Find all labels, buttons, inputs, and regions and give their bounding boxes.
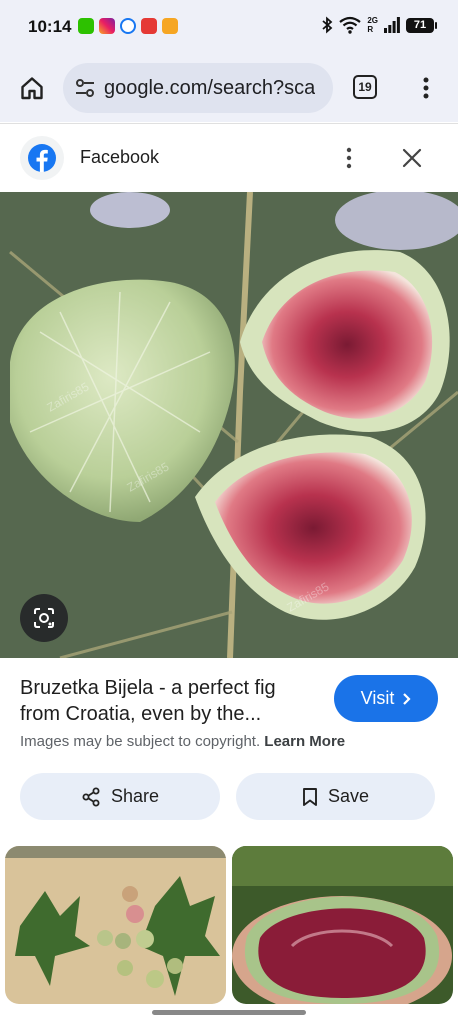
- google-lens-button[interactable]: [20, 594, 68, 642]
- save-label: Save: [327, 786, 370, 806]
- save-button[interactable]: Save: [236, 773, 435, 820]
- more-vert-icon: [346, 147, 352, 169]
- lens-icon: [34, 608, 54, 628]
- network-labels: 2G R: [367, 16, 378, 34]
- share-label: Share: [110, 786, 160, 806]
- system-icons: 2G R 71: [321, 16, 437, 34]
- copyright-text: Images may be subject to copyright.: [20, 733, 261, 750]
- visit-button[interactable]: Visit: [334, 675, 438, 722]
- visit-label: Visit: [360, 688, 395, 708]
- chevron-right-icon: [403, 692, 411, 705]
- wechat-icon: [78, 18, 94, 34]
- fig-leaves-photo: [5, 846, 226, 1004]
- tab-switcher-button[interactable]: 19: [353, 75, 377, 99]
- battery-indicator: 71: [406, 17, 437, 33]
- signal-icon: [384, 17, 400, 33]
- more-vert-icon: [423, 77, 429, 99]
- address-bar[interactable]: google.com/search?sca: [63, 63, 333, 113]
- home-icon: [21, 77, 43, 100]
- roaming-indicator: R: [367, 25, 374, 34]
- home-button[interactable]: [14, 70, 50, 106]
- source-header: Facebook: [0, 124, 458, 192]
- learn-more-link[interactable]: Learn More: [264, 733, 345, 750]
- fig-photo: Zafiris85 Zafiris85 Zafiris85: [0, 192, 458, 658]
- share-button[interactable]: Share: [20, 773, 220, 820]
- status-bar: 10:14 2G R 71: [0, 0, 458, 56]
- network-type: 2G: [367, 16, 378, 25]
- status-time: 10:14: [28, 17, 72, 36]
- instagram-icon: [99, 18, 115, 34]
- site-settings-icon[interactable]: [74, 77, 96, 99]
- messenger-icon: [120, 18, 136, 34]
- facebook-icon: [28, 144, 56, 172]
- bluetooth-icon: [322, 16, 333, 34]
- share-icon: [82, 787, 100, 806]
- related-image-1[interactable]: [5, 846, 226, 1004]
- bookmark-icon: [303, 787, 317, 806]
- url-text[interactable]: google.com/search?sca: [104, 77, 315, 100]
- source-name[interactable]: Facebook: [80, 147, 159, 168]
- close-button[interactable]: [398, 144, 426, 172]
- source-more-button[interactable]: [338, 144, 360, 172]
- browser-menu-button[interactable]: [414, 74, 438, 102]
- gesture-home-indicator[interactable]: [152, 1010, 306, 1015]
- browser-toolbar: google.com/search?sca 19: [0, 56, 458, 122]
- app-icon: [141, 18, 157, 34]
- notification-icons: [78, 18, 178, 34]
- related-image-2[interactable]: [232, 846, 453, 1004]
- main-image[interactable]: Zafiris85 Zafiris85 Zafiris85: [0, 192, 458, 658]
- wifi-icon: [339, 16, 362, 34]
- copyright-notice: Images may be subject to copyright. Lear…: [20, 733, 345, 750]
- facebook-logo: [20, 136, 64, 180]
- app-icon-2: [162, 18, 178, 34]
- fig-cut-photo: [232, 846, 453, 1004]
- result-title[interactable]: Bruzetka Bijela - a perfect fig from Cro…: [20, 675, 318, 727]
- close-icon: [402, 148, 422, 168]
